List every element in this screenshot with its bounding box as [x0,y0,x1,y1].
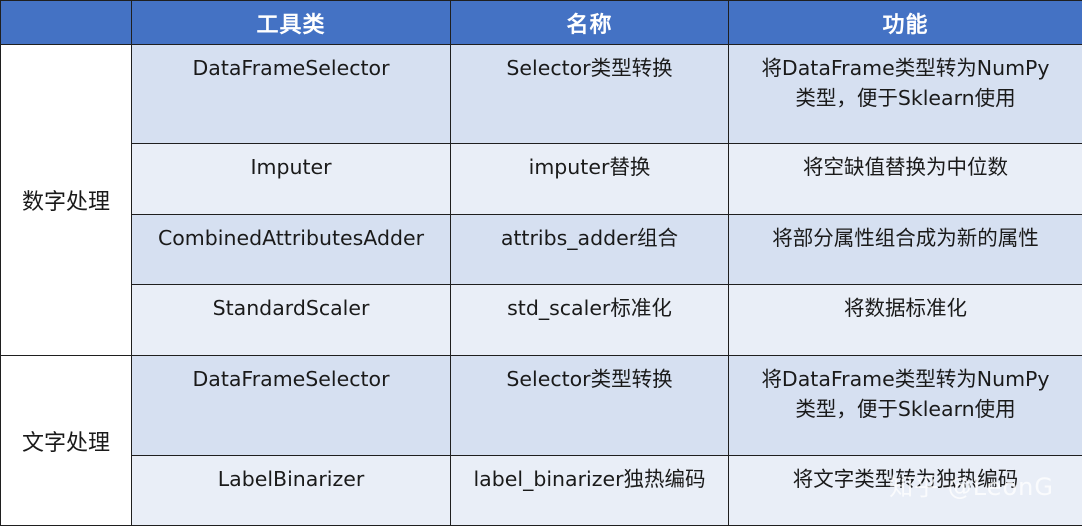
function-line: 将部分属性组合成为新的属性 [772,226,1039,250]
function-line: 将DataFrame类型转为NumPy [761,56,1050,80]
table-row: LabelBinarizer label_binarizer独热编码 将文字类型… [1,455,1082,526]
preprocessing-table-container: 工具类 名称 功能 数字处理 DataFrameSelector Selecto… [0,0,1082,526]
function-line: 将数据标准化 [844,296,967,320]
function-cell: 将数据标准化 [728,284,1082,356]
preprocessing-table: 工具类 名称 功能 数字处理 DataFrameSelector Selecto… [0,0,1082,526]
name-cell: label_binarizer独热编码 [450,455,729,526]
tool-cell: LabelBinarizer [131,455,451,526]
table-row: CombinedAttributesAdder attribs_adder组合 … [1,214,1082,285]
tool-cell: CombinedAttributesAdder [131,214,451,285]
table-row: StandardScaler std_scaler标准化 将数据标准化 [1,284,1082,356]
header-name: 名称 [450,0,729,45]
tool-cell: StandardScaler [131,284,451,356]
function-cell: 将部分属性组合成为新的属性 [728,214,1082,285]
table-row: 数字处理 DataFrameSelector Selector类型转换 将Dat… [0,44,1082,356]
name-cell: imputer替换 [450,143,729,215]
function-cell: 将空缺值替换为中位数 [728,143,1082,215]
group-label-text: 文字处理 [0,355,132,526]
tool-cell: Imputer [131,143,451,215]
header-function: 功能 [728,0,1082,45]
function-line: 类型，便于Sklearn使用 [795,86,1016,110]
header-tool-class: 工具类 [131,0,451,45]
name-cell: Selector类型转换 [450,355,729,456]
function-cell: 将DataFrame类型转为NumPy 类型，便于Sklearn使用 [728,44,1082,144]
group-label-numeric: 数字处理 [0,44,132,356]
tool-cell: DataFrameSelector [131,355,451,456]
tool-cell: DataFrameSelector [131,44,451,144]
function-line: 将DataFrame类型转为NumPy [761,367,1050,391]
table-row: 文字处理 DataFrameSelector Selector类型转换 将Dat… [0,355,1082,526]
table-header-row: 工具类 名称 功能 [0,0,1082,45]
function-cell: 将文字类型转为独热编码 [728,455,1082,526]
header-blank [0,0,132,45]
name-cell: Selector类型转换 [450,44,729,144]
function-cell: 将DataFrame类型转为NumPy 类型，便于Sklearn使用 [728,355,1082,456]
function-line: 类型，便于Sklearn使用 [795,397,1016,421]
name-cell: attribs_adder组合 [450,214,729,285]
function-line: 将空缺值替换为中位数 [803,155,1008,179]
function-line: 将文字类型转为独热编码 [792,467,1019,491]
name-cell: std_scaler标准化 [450,284,729,356]
table-row: Imputer imputer替换 将空缺值替换为中位数 [1,143,1082,215]
